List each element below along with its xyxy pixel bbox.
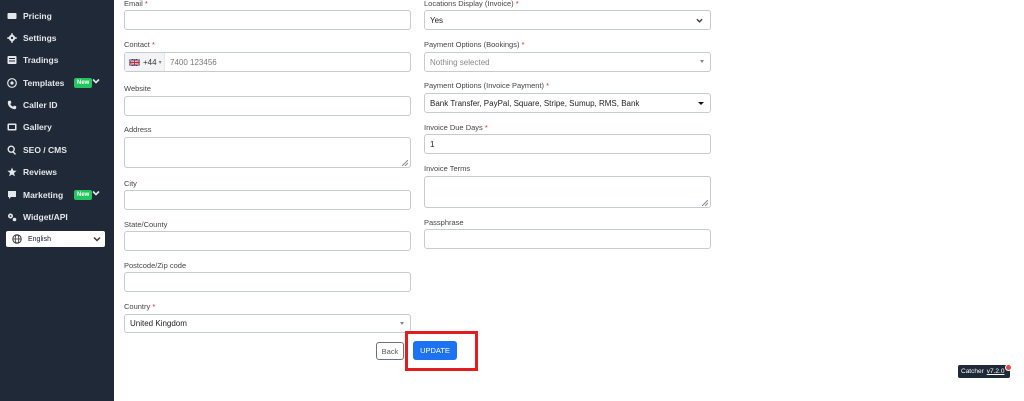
version-name: Catcher [961, 368, 984, 375]
email-field[interactable] [124, 10, 411, 30]
back-button[interactable]: Back [376, 342, 404, 360]
language-select[interactable]: English [6, 231, 105, 247]
contact-placeholder: 7400 123456 [170, 57, 217, 67]
globe-icon [12, 234, 22, 244]
email-label: Email * [124, 0, 148, 8]
at-icon [6, 78, 17, 89]
sidebar-item-pricing[interactable]: Pricing [0, 6, 114, 26]
contact-field[interactable]: +44 ▾ 7400 123456 [124, 52, 411, 72]
search-icon [6, 145, 17, 156]
passphrase-label: Passphrase [424, 218, 464, 227]
gear-icon [6, 33, 17, 44]
locations-value: Yes [430, 15, 444, 25]
payment-bookings-placeholder: Nothing selected [430, 57, 490, 67]
list-icon [6, 55, 17, 66]
address-textarea[interactable] [124, 137, 411, 168]
payment-invoice-value: Bank Transfer, PayPal, Square, Stripe, S… [430, 98, 640, 108]
sidebar-item-label: Pricing [23, 11, 52, 21]
comment-icon [6, 190, 17, 201]
sidebar-item-label: Marketing [23, 190, 64, 200]
sidebar: Pricing Settings Tradings Templates New … [0, 0, 114, 401]
dial-code: +44 [143, 57, 157, 67]
country-value: United Kingdom [130, 319, 187, 328]
payment-invoice-select[interactable]: Bank Transfer, PayPal, Square, Stripe, S… [424, 93, 711, 113]
due-days-label: Invoice Due Days * [424, 123, 488, 132]
postcode-label: Postcode/Zip code [124, 261, 187, 270]
caret-down-icon [700, 60, 704, 64]
country-code-select[interactable]: +44 ▾ [125, 53, 165, 71]
sidebar-item-reviews[interactable]: Reviews [0, 162, 114, 182]
sidebar-item-label: Settings [23, 33, 57, 43]
passphrase-field[interactable] [424, 229, 711, 249]
notification-dot [1005, 364, 1012, 371]
caret-down-icon: ▾ [158, 59, 162, 66]
address-label: Address [124, 125, 152, 134]
state-label: State/County [124, 220, 168, 229]
payment-invoice-label: Payment Options (Invoice Payment) * [424, 81, 550, 90]
phone-icon [6, 100, 17, 111]
chevron-down-icon [93, 235, 101, 243]
version-badge[interactable]: Catcher v7.2.0 [958, 364, 1012, 378]
due-days-value: 1 [430, 139, 435, 149]
sidebar-item-seo-cms[interactable]: SEO / CMS [0, 140, 114, 160]
sidebar-item-caller-id[interactable]: Caller ID [0, 95, 114, 115]
locations-label: Locations Display (Invoice) * [424, 0, 519, 8]
chevron-down-icon [696, 17, 703, 23]
sidebar-item-label: Tradings [23, 55, 59, 65]
sidebar-item-templates[interactable]: Templates New [0, 73, 114, 93]
terms-textarea[interactable] [424, 176, 711, 208]
sidebar-item-settings[interactable]: Settings [0, 28, 114, 48]
country-label: Country * [124, 302, 156, 311]
sidebar-item-label: Templates [23, 78, 65, 88]
city-field[interactable] [124, 190, 411, 210]
sidebar-item-label: Widget/API [23, 212, 68, 222]
payment-bookings-label: Payment Options (Bookings) * [424, 40, 525, 49]
sidebar-item-widget-api[interactable]: Widget/API [0, 207, 114, 227]
version-number[interactable]: v7.2.0 [987, 368, 1005, 375]
sidebar-item-marketing[interactable]: Marketing New [0, 185, 114, 205]
state-field[interactable] [124, 231, 411, 251]
uk-flag-icon [129, 58, 140, 66]
sidebar-item-label: Gallery [23, 122, 52, 132]
sidebar-item-label: Reviews [23, 167, 58, 177]
dollar-icon [6, 11, 17, 22]
caret-down-icon [400, 321, 404, 326]
payment-bookings-select[interactable]: Nothing selected [424, 52, 711, 72]
highlight-box [405, 331, 478, 371]
resize-handle-icon[interactable] [701, 199, 709, 207]
resize-handle-icon[interactable] [401, 159, 409, 167]
caret-down-icon [698, 102, 704, 105]
image-icon [6, 122, 17, 133]
locations-select[interactable]: Yes [424, 10, 711, 30]
sidebar-item-label: SEO / CMS [23, 145, 67, 155]
language-value: English [28, 235, 51, 243]
sidebar-item-label: Caller ID [23, 100, 58, 110]
chevron-down-icon [92, 77, 100, 85]
sidebar-item-gallery[interactable]: Gallery [0, 117, 114, 137]
sidebar-item-tradings[interactable]: Tradings [0, 50, 114, 70]
new-badge: New [74, 190, 93, 200]
star-icon [6, 167, 17, 178]
website-label: Website [124, 84, 151, 93]
postcode-field[interactable] [124, 272, 411, 292]
terms-label: Invoice Terms [424, 164, 471, 173]
new-badge: New [74, 78, 93, 88]
contact-label: Contact * [124, 40, 155, 49]
due-days-field[interactable]: 1 [424, 134, 711, 154]
city-label: City [124, 179, 137, 188]
website-field[interactable] [124, 96, 411, 116]
chevron-down-icon [92, 189, 100, 197]
country-select[interactable]: United Kingdom [124, 314, 411, 333]
cogs-icon [6, 212, 17, 223]
